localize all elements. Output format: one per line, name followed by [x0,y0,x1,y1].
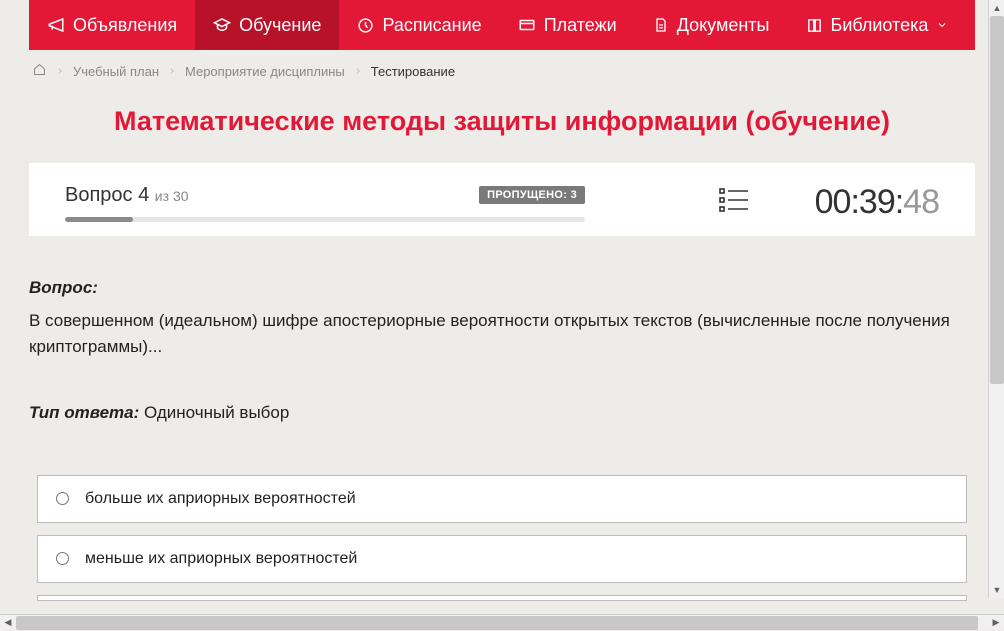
main-nav: Объявления Обучение Расписание Платежи [29,0,975,50]
nav-label: Расписание [382,15,481,36]
option-item[interactable]: больше их априорных вероятностей [37,475,967,523]
megaphone-icon [47,16,65,34]
nav-label: Объявления [73,15,177,36]
scroll-thumb[interactable] [16,616,978,630]
nav-label: Документы [677,15,770,36]
question-counter: Вопрос 4 из 30 [65,184,189,207]
book-icon [806,17,823,34]
option-item[interactable]: меньше их априорных вероятностей [37,535,967,583]
nav-label: Платежи [544,15,617,36]
option-radio[interactable] [56,552,69,565]
option-radio[interactable] [56,492,69,505]
skipped-badge: ПРОПУЩЕНО: 3 [479,186,585,204]
nav-announcements[interactable]: Объявления [29,0,195,50]
chevron-right-icon [55,66,65,76]
question-of: из [155,188,169,204]
nav-schedule[interactable]: Расписание [339,0,499,50]
breadcrumb: Учебный план Мероприятие дисциплины Тест… [0,50,1004,92]
answer-type-label: Тип ответа: [29,403,139,422]
clock-icon [357,17,374,34]
status-card: Вопрос 4 из 30 ПРОПУЩЕНО: 3 [29,163,975,236]
question-list-button[interactable] [719,186,751,219]
home-icon [32,65,47,80]
card-icon [518,16,536,34]
breadcrumb-item[interactable]: Мероприятие дисциплины [185,64,345,79]
scroll-thumb[interactable] [990,16,1004,384]
scroll-down-arrow[interactable]: ▼ [989,582,1004,598]
timer-main: 00:39: [815,183,904,221]
answer-type-line: Тип ответа: Одиночный выбор [29,403,975,423]
question-text: В совершенном (идеальном) шифре апостери… [29,308,975,361]
chevron-right-icon [167,66,177,76]
breadcrumb-item[interactable]: Учебный план [73,64,159,79]
timer-seconds: 48 [903,183,939,221]
horizontal-scrollbar[interactable]: ◀ ▶ [0,614,1004,630]
nav-documents[interactable]: Документы [635,0,788,50]
vertical-scrollbar[interactable]: ▲ ▼ [988,0,1004,598]
question-number: 4 [138,184,149,206]
nav-label: Обучение [239,15,321,36]
nav-library[interactable]: Библиотека [788,0,967,50]
breadcrumb-current: Тестирование [371,64,455,79]
chevron-down-icon [936,19,948,31]
progress-bar [65,217,585,222]
option-text: меньше их априорных вероятностей [85,550,357,568]
question-label: Вопрос: [29,278,98,297]
option-item[interactable] [37,595,967,601]
timer: 00:39:48 [815,183,939,222]
grad-cap-icon [213,16,231,34]
question-total: 30 [173,188,189,204]
nav-learning[interactable]: Обучение [195,0,339,50]
answer-type-value: Одиночный выбор [144,403,289,422]
breadcrumb-home[interactable] [32,62,47,80]
question-word: Вопрос [65,184,133,206]
scroll-track[interactable] [16,616,988,630]
nav-payments[interactable]: Платежи [500,0,635,50]
progress-fill [65,217,133,222]
scroll-left-arrow[interactable]: ◀ [0,615,16,631]
options-list: больше их априорных вероятностей меньше … [29,475,975,601]
nav-label: Библиотека [831,15,929,36]
scroll-up-arrow[interactable]: ▲ [989,0,1004,16]
question-label-line: Вопрос: [29,278,975,298]
chevron-right-icon [353,66,363,76]
doc-icon [653,17,669,33]
scroll-right-arrow[interactable]: ▶ [988,615,1004,631]
page-title: Математические методы защиты информации … [0,106,1004,137]
option-text: больше их априорных вероятностей [85,490,356,508]
scroll-track[interactable] [990,16,1004,582]
